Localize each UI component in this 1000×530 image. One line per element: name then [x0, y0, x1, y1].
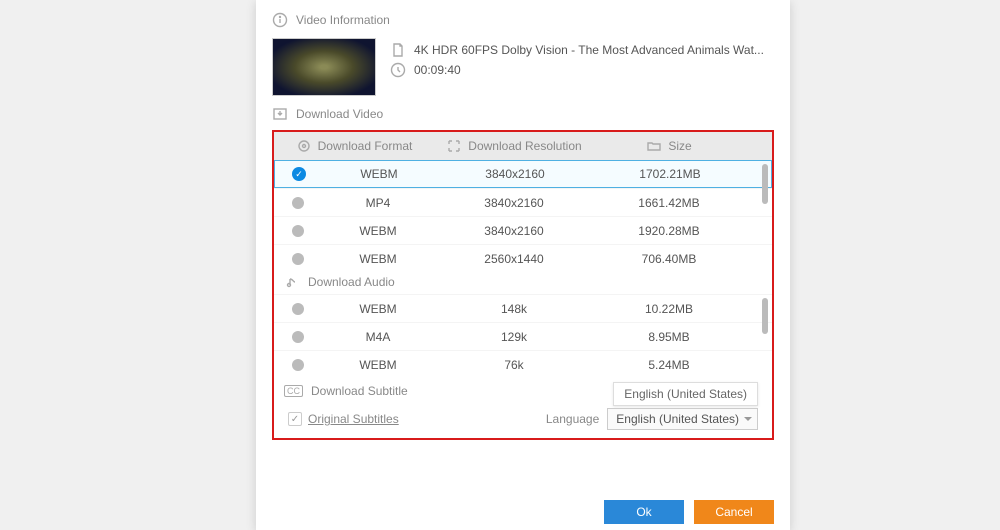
- cell-bitrate: 76k: [434, 358, 594, 372]
- col-resolution: Download Resolution: [434, 138, 594, 154]
- cell-format: WEBM: [323, 167, 435, 181]
- checkbox-original-subtitles[interactable]: [288, 412, 302, 426]
- dialog-footer: Ok Cancel: [604, 500, 774, 524]
- col-label: Download Resolution: [468, 139, 581, 153]
- table-row[interactable]: WEBM 3840x2160 1702.21MB: [274, 160, 772, 188]
- col-label: Download Format: [318, 139, 413, 153]
- cell-resolution: 3840x2160: [434, 224, 594, 238]
- cell-size: 1702.21MB: [595, 167, 745, 181]
- ok-button[interactable]: Ok: [604, 500, 684, 524]
- cell-size: 5.24MB: [594, 358, 744, 372]
- radio-icon: [292, 197, 304, 209]
- table-header: Download Format Download Resolution Size: [274, 132, 772, 160]
- section-video-information: Video Information: [272, 12, 774, 28]
- video-thumbnail: [272, 38, 376, 96]
- duration-row: 00:09:40: [390, 62, 764, 78]
- cell-format: WEBM: [322, 252, 434, 266]
- section-label: Download Subtitle: [311, 384, 408, 398]
- original-subtitles-link[interactable]: Original Subtitles: [308, 412, 399, 426]
- subtitle-bar: Original Subtitles English (United State…: [274, 400, 772, 438]
- language-wrap: English (United States) Language English…: [546, 408, 758, 430]
- table-row[interactable]: WEBM 148k 10.22MB: [274, 294, 772, 322]
- col-format: Download Format: [274, 138, 434, 154]
- cell-format: WEBM: [322, 224, 434, 238]
- section-download-audio: Download Audio: [284, 274, 772, 290]
- cell-size: 8.95MB: [594, 330, 744, 344]
- download-video-icon: [272, 106, 288, 122]
- title-row: 4K HDR 60FPS Dolby Vision - The Most Adv…: [390, 42, 764, 58]
- cell-resolution: 3840x2160: [435, 167, 595, 181]
- folder-icon: [646, 138, 662, 154]
- radio-icon: [292, 359, 304, 371]
- scrollbar[interactable]: [762, 298, 768, 334]
- video-info-row: 4K HDR 60FPS Dolby Vision - The Most Adv…: [272, 38, 774, 96]
- table-row[interactable]: WEBM 3840x2160 1920.28MB: [274, 216, 772, 244]
- table-row[interactable]: WEBM 2560x1440 706.40MB: [274, 244, 772, 272]
- video-title: 4K HDR 60FPS Dolby Vision - The Most Adv…: [414, 43, 764, 57]
- table-row[interactable]: M4A 129k 8.95MB: [274, 322, 772, 350]
- cell-size: 1920.28MB: [594, 224, 744, 238]
- format-icon: [296, 138, 312, 154]
- language-label: Language: [546, 412, 599, 426]
- video-meta: 4K HDR 60FPS Dolby Vision - The Most Adv…: [390, 38, 764, 96]
- radio-selected-icon: [292, 167, 306, 181]
- section-label: Video Information: [296, 13, 390, 27]
- section-label: Download Audio: [308, 275, 395, 289]
- cell-format: WEBM: [322, 302, 434, 316]
- cell-size: 10.22MB: [594, 302, 744, 316]
- radio-icon: [292, 253, 304, 265]
- video-rows: WEBM 3840x2160 1702.21MB MP4 3840x2160 1…: [274, 160, 772, 272]
- audio-icon: [284, 274, 300, 290]
- section-download-video: Download Video: [272, 106, 774, 122]
- highlight-box: Download Format Download Resolution Size…: [272, 130, 774, 440]
- audio-rows: WEBM 148k 10.22MB M4A 129k 8.95MB WEBM 7…: [274, 294, 772, 378]
- cell-bitrate: 129k: [434, 330, 594, 344]
- download-dialog: Video Information 4K HDR 60FPS Dolby Vis…: [256, 0, 790, 530]
- radio-icon: [292, 303, 304, 315]
- radio-icon: [292, 225, 304, 237]
- cell-format: MP4: [322, 196, 434, 210]
- cancel-button[interactable]: Cancel: [694, 500, 774, 524]
- cell-format: M4A: [322, 330, 434, 344]
- video-duration: 00:09:40: [414, 63, 461, 77]
- resolution-icon: [446, 138, 462, 154]
- table-row[interactable]: WEBM 76k 5.24MB: [274, 350, 772, 378]
- section-label: Download Video: [296, 107, 383, 121]
- cell-size: 1661.42MB: [594, 196, 744, 210]
- language-popup[interactable]: English (United States): [613, 382, 758, 406]
- table-row[interactable]: MP4 3840x2160 1661.42MB: [274, 188, 772, 216]
- col-size: Size: [594, 138, 744, 154]
- col-label: Size: [668, 139, 691, 153]
- dialog-content: Video Information 4K HDR 60FPS Dolby Vis…: [256, 0, 790, 440]
- file-icon: [390, 42, 406, 58]
- cell-format: WEBM: [322, 358, 434, 372]
- radio-icon: [292, 331, 304, 343]
- clock-icon: [390, 62, 406, 78]
- cell-bitrate: 148k: [434, 302, 594, 316]
- info-icon: [272, 12, 288, 28]
- scrollbar[interactable]: [762, 164, 768, 204]
- audio-section: Download Audio WEBM 148k 10.22MB M4A 129…: [274, 274, 772, 378]
- cell-resolution: 3840x2160: [434, 196, 594, 210]
- cc-icon: CC: [284, 385, 303, 397]
- language-select[interactable]: English (United States): [607, 408, 758, 430]
- cell-size: 706.40MB: [594, 252, 744, 266]
- cell-resolution: 2560x1440: [434, 252, 594, 266]
